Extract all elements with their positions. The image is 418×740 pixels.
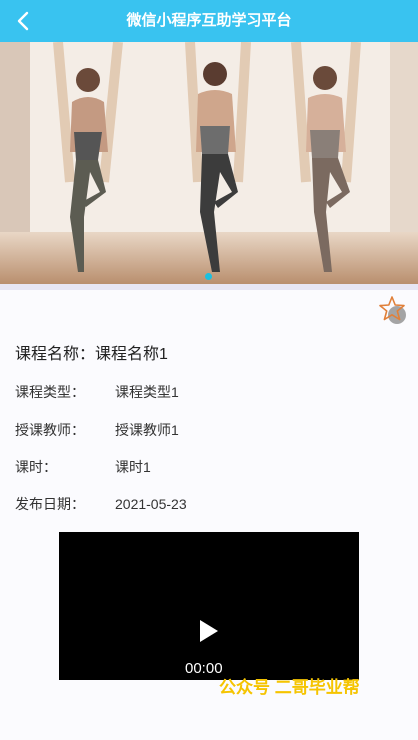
field-value: 2021-05-23: [115, 496, 187, 512]
banner-carousel[interactable]: [0, 42, 418, 284]
field-value: 授课教师1: [115, 422, 179, 438]
play-icon[interactable]: [198, 618, 220, 644]
field-value: 课程类型1: [115, 384, 179, 400]
field-label: 课时：: [15, 459, 57, 475]
course-name-label: 课程名称：: [15, 346, 96, 363]
field-label: 发布日期：: [15, 496, 85, 512]
video-time: 00:00: [185, 660, 223, 677]
star-icon: [379, 296, 406, 324]
video-player[interactable]: [59, 532, 359, 680]
carousel-indicator-dot[interactable]: [205, 273, 212, 280]
field-row-type: 课程类型： 课程类型1: [15, 382, 179, 402]
field-label: 课程类型：: [15, 384, 85, 400]
banner-image: [0, 42, 418, 284]
field-label: 授课教师：: [15, 422, 85, 438]
field-row-date: 发布日期： 2021-05-23: [15, 494, 187, 514]
field-row-teacher: 授课教师： 授课教师1: [15, 420, 179, 440]
course-name-line: 课程名称：课程名称1: [15, 340, 168, 364]
watermark-text: 公众号 二哥毕业帮: [219, 678, 360, 697]
field-row-hours: 课时： 课时1: [15, 457, 151, 477]
course-name-value: 课程名称1: [95, 346, 168, 363]
page-title: 微信小程序互助学习平台: [126, 12, 292, 29]
header-bar: 微信小程序互助学习平台: [0, 0, 418, 42]
field-value: 课时1: [115, 459, 151, 475]
favorite-button[interactable]: [378, 295, 408, 325]
